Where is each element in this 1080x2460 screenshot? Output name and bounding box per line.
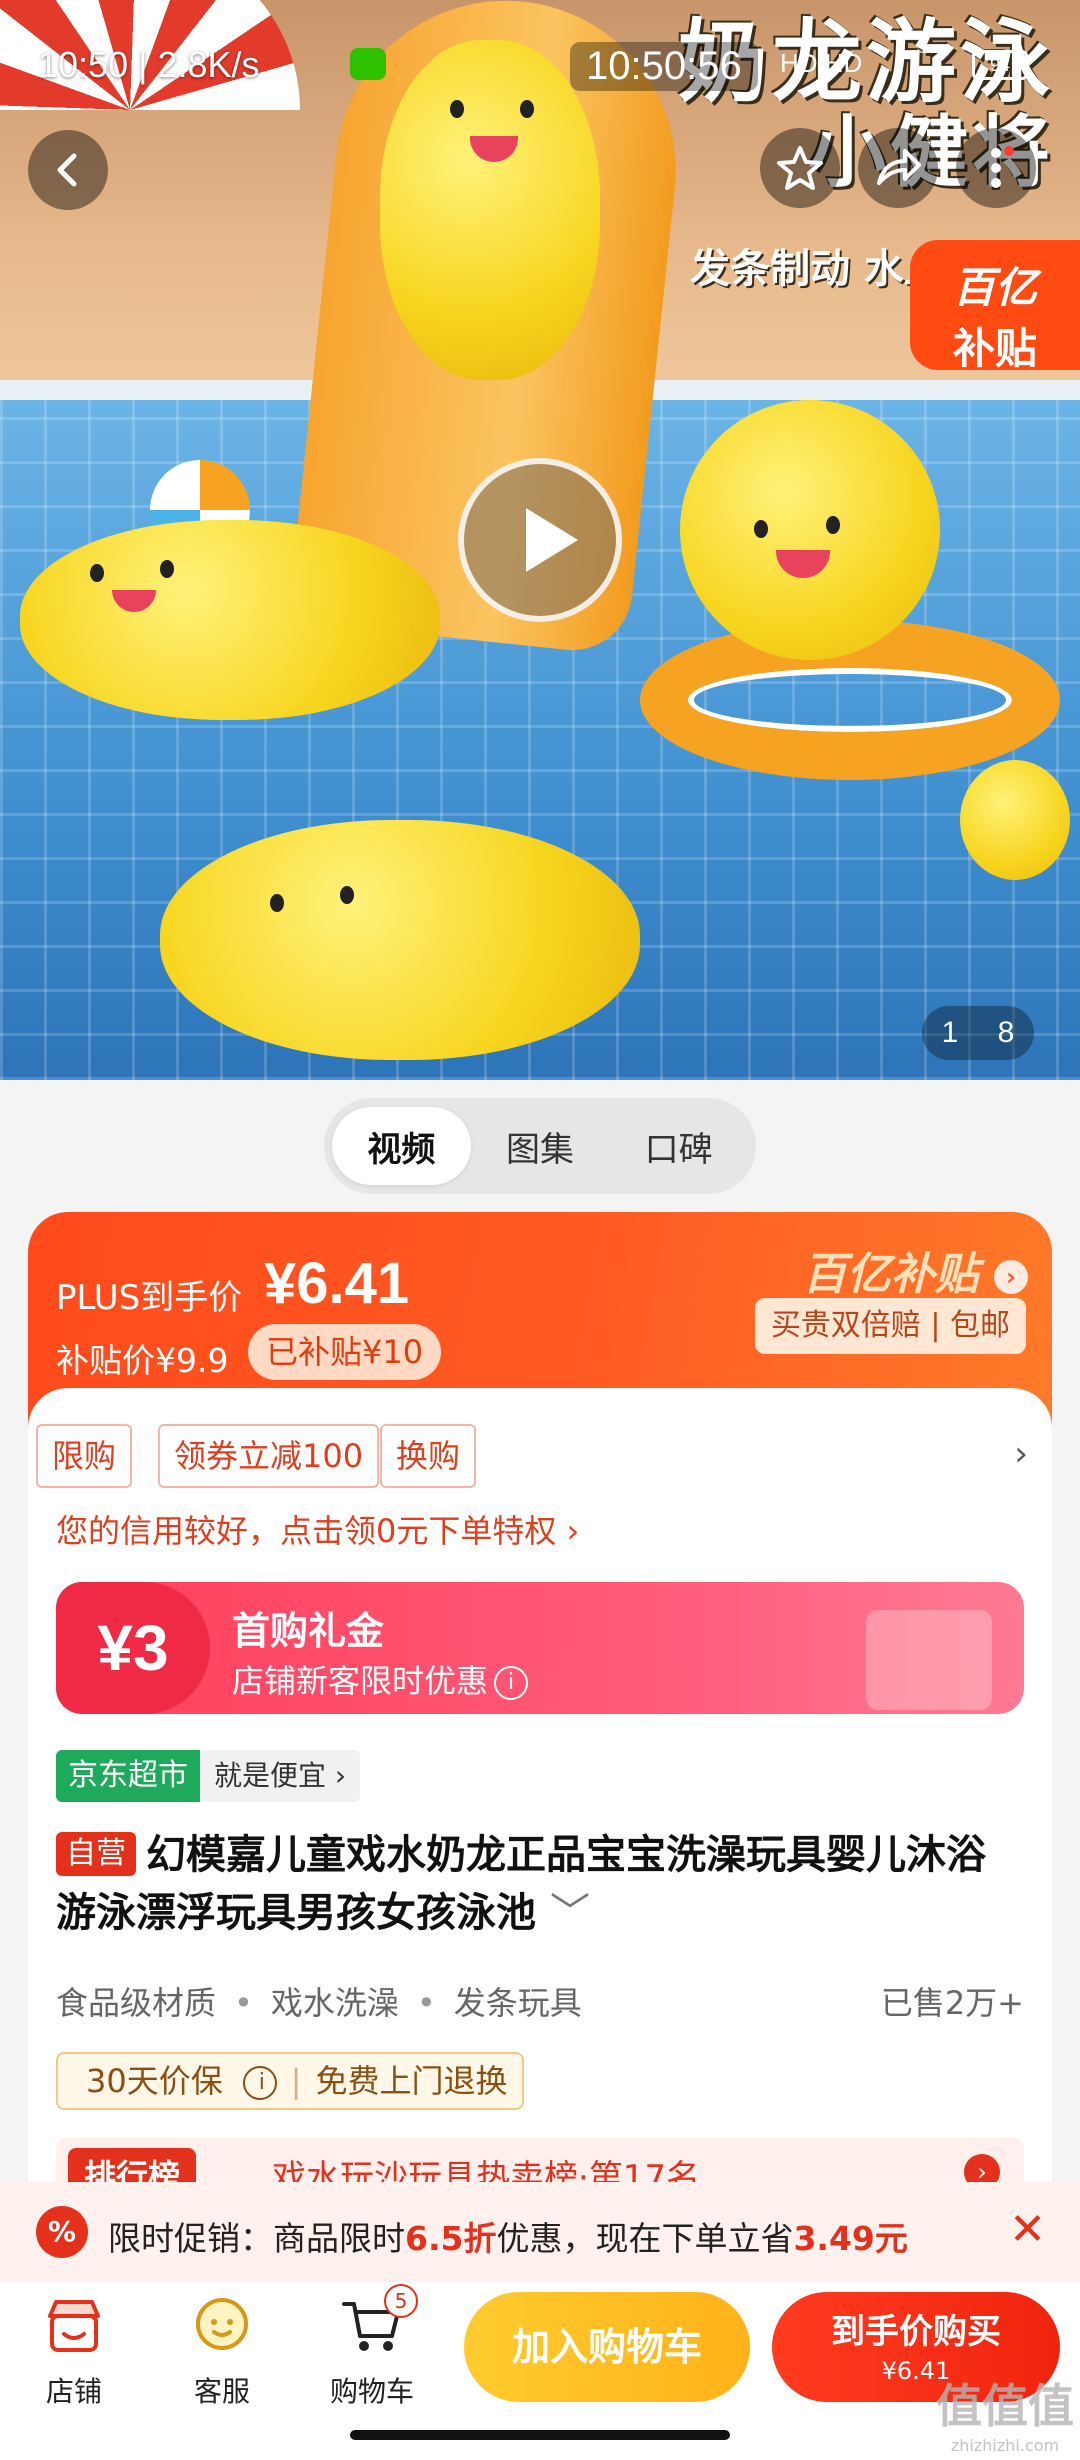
home-indicator[interactable] — [350, 2430, 730, 2440]
feature-tag: 食品级材质 — [56, 1984, 217, 2022]
favorite-button[interactable] — [760, 128, 840, 208]
toy-duck-2 — [20, 520, 440, 720]
chip-limit[interactable]: 限购 — [36, 1424, 133, 1488]
sold-count: 已售2万+ — [880, 1984, 1024, 2022]
gift-subtitle-text: 店铺新客限时优惠 — [232, 1662, 489, 1700]
toy-duck-3 — [680, 400, 940, 660]
hero-subtitle: 发条制动 水上 — [690, 246, 944, 292]
more-button[interactable] — [956, 128, 1036, 208]
price-protection-label: 30天价保 — [86, 2062, 223, 2100]
info-icon: i — [242, 2066, 277, 2100]
first-purchase-gift-banner[interactable]: ¥3 首购礼金 店铺新客限时优惠 i — [56, 1582, 1024, 1714]
back-button[interactable] — [28, 130, 108, 210]
tab-reviews[interactable]: 口碑 — [609, 1107, 748, 1185]
gift-amount: ¥3 — [56, 1582, 210, 1714]
service-guarantees[interactable]: 30天价保 i | 免费上门退换 — [56, 2052, 524, 2110]
image-page-indicator: 1 8 — [922, 1006, 1034, 1060]
feature-tag: 戏水洗澡 — [270, 1984, 399, 2022]
subsidy-badge: 已补贴¥10 — [248, 1324, 442, 1380]
product-title-text: 幻模嘉儿童戏水奶龙正品宝宝洗澡玩具婴儿沐浴游泳漂浮玩具男孩女孩泳池 — [56, 1832, 986, 1936]
add-to-cart-button[interactable]: 加入购物车 — [464, 2292, 750, 2402]
share-button[interactable] — [858, 128, 938, 208]
subsidy-tag-line2: 补贴 — [952, 324, 1037, 373]
page-total: 8 — [997, 1016, 1015, 1049]
cart-count-badge: 5 — [384, 2284, 418, 2318]
info-icon[interactable]: i — [494, 1666, 529, 1700]
feature-tag: 发条玩具 — [453, 1984, 582, 2022]
customer-service-icon — [190, 2294, 254, 2358]
chevron-down-icon[interactable]: ﹀ — [550, 1890, 590, 1936]
store-icon — [42, 2294, 106, 2358]
self-operated-badge: 自营 — [56, 1832, 136, 1876]
promo-text: 限时促销：商品限时6.5折优惠，现在下单立省3.49元 — [108, 2212, 908, 2260]
bottom-action-bar: 店铺 客服 5 购物车 加入购物车 到手价购买 ¥6.41 值值值 zhizhi… — [0, 2282, 1080, 2460]
video-play-button[interactable] — [458, 458, 622, 622]
nav-store[interactable]: 店铺 — [14, 2294, 134, 2410]
supermarket-slogan: 就是便宜 › — [200, 1750, 361, 1802]
media-tabs: 视频 图集 口碑 — [324, 1098, 756, 1194]
free-return-label: 免费上门退换 — [315, 2062, 508, 2100]
feature-tags: 食品级材质 • 戏水洗澡 • 发条玩具 — [56, 1984, 582, 2022]
nav-cart[interactable]: 5 购物车 — [312, 2284, 432, 2410]
status-bar: 10:50 | 2.8K/s 10:50:56 HD HD 94 — [0, 30, 1080, 106]
gift-box-icon — [866, 1610, 992, 1710]
promo-middle: 优惠，现在下单立省 — [496, 2219, 794, 2258]
signal-indicator: HD HD — [780, 48, 863, 78]
product-details: 限购 领券立减100 换购 › 您的信用较好，点击领0元下单特权 › ¥3 首购… — [28, 1388, 1052, 2208]
cart-icon: 5 — [340, 2284, 418, 2358]
plus-price-value: ¥6.41 — [264, 1251, 410, 1316]
jd-supermarket-tag[interactable]: 京东超市 就是便宜 › — [56, 1750, 361, 1802]
guarantee-badge: 买贵双倍赔 | 包邮 — [754, 1298, 1026, 1354]
promo-saving: 3.49元 — [793, 2219, 908, 2258]
tab-video[interactable]: 视频 — [332, 1107, 471, 1185]
toy-flamingo — [960, 760, 1070, 880]
buy-now-label: 到手价购买 — [831, 2312, 1001, 2352]
promo-discount: 6.5折 — [405, 2219, 497, 2258]
billion-subsidy-label: 百亿补贴 — [802, 1249, 979, 1300]
back-arrow-icon — [57, 153, 77, 187]
watermark-url: zhizhizhi.com — [950, 2436, 1060, 2455]
billion-subsidy-link[interactable]: 百亿补贴 › — [803, 1238, 1028, 1302]
gift-title: 首购礼金 — [232, 1609, 385, 1653]
share-icon — [877, 149, 921, 185]
more-dots-icon — [991, 146, 1014, 188]
chevron-right-icon[interactable]: › — [1014, 1434, 1028, 1474]
close-icon[interactable]: ✕ — [1009, 2204, 1046, 2255]
status-time-speed: 10:50 | 2.8K/s — [38, 44, 260, 85]
nav-customer-service-label: 客服 — [193, 2375, 250, 2408]
billion-subsidy-tag: 百亿 补贴 — [910, 240, 1080, 373]
battery-icon: 94 — [972, 50, 1028, 80]
wechat-icon — [350, 48, 386, 80]
limited-promo-banner[interactable]: % 限时促销：商品限时6.5折优惠，现在下单立省3.49元 ✕ — [0, 2182, 1080, 2282]
product-title[interactable]: 自营 幻模嘉儿童戏水奶龙正品宝宝洗澡玩具婴儿沐浴游泳漂浮玩具男孩女孩泳池 ﹀ — [56, 1826, 1024, 1942]
subsidy-tag-line1: 百亿 — [952, 263, 1037, 312]
watermark-text: 值值值 — [936, 2379, 1074, 2433]
nav-cart-label: 购物车 — [329, 2375, 414, 2408]
star-icon — [777, 146, 823, 190]
promo-prefix: 限时促销：商品限时 — [108, 2219, 405, 2258]
supermarket-badge: 京东超市 — [56, 1750, 200, 1802]
nav-customer-service[interactable]: 客服 — [162, 2294, 282, 2410]
credit-privilege-link[interactable]: 您的信用较好，点击领0元下单特权 › — [56, 1506, 579, 1552]
nav-store-label: 店铺 — [45, 2375, 102, 2408]
price-protection: 30天价保 i — [58, 2054, 291, 2108]
tab-gallery[interactable]: 图集 — [471, 1107, 610, 1185]
page-current: 1 — [941, 1016, 959, 1049]
status-clock: 10:50:56 — [570, 42, 758, 91]
chip-exchange[interactable]: 换购 — [380, 1424, 477, 1488]
subsidy-price: 补贴价¥9.9 — [56, 1341, 229, 1380]
plus-price-label: PLUS到手价 — [56, 1278, 243, 1318]
chip-coupon[interactable]: 领券立减100 — [158, 1424, 380, 1488]
discount-icon: % — [36, 2206, 88, 2258]
chevron-right-icon: › — [994, 1260, 1028, 1294]
gift-subtitle: 店铺新客限时优惠 i — [232, 1656, 529, 1702]
site-watermark: 值值值 zhizhizhi.com — [936, 2370, 1074, 2455]
toy-duck-4 — [160, 820, 640, 1060]
